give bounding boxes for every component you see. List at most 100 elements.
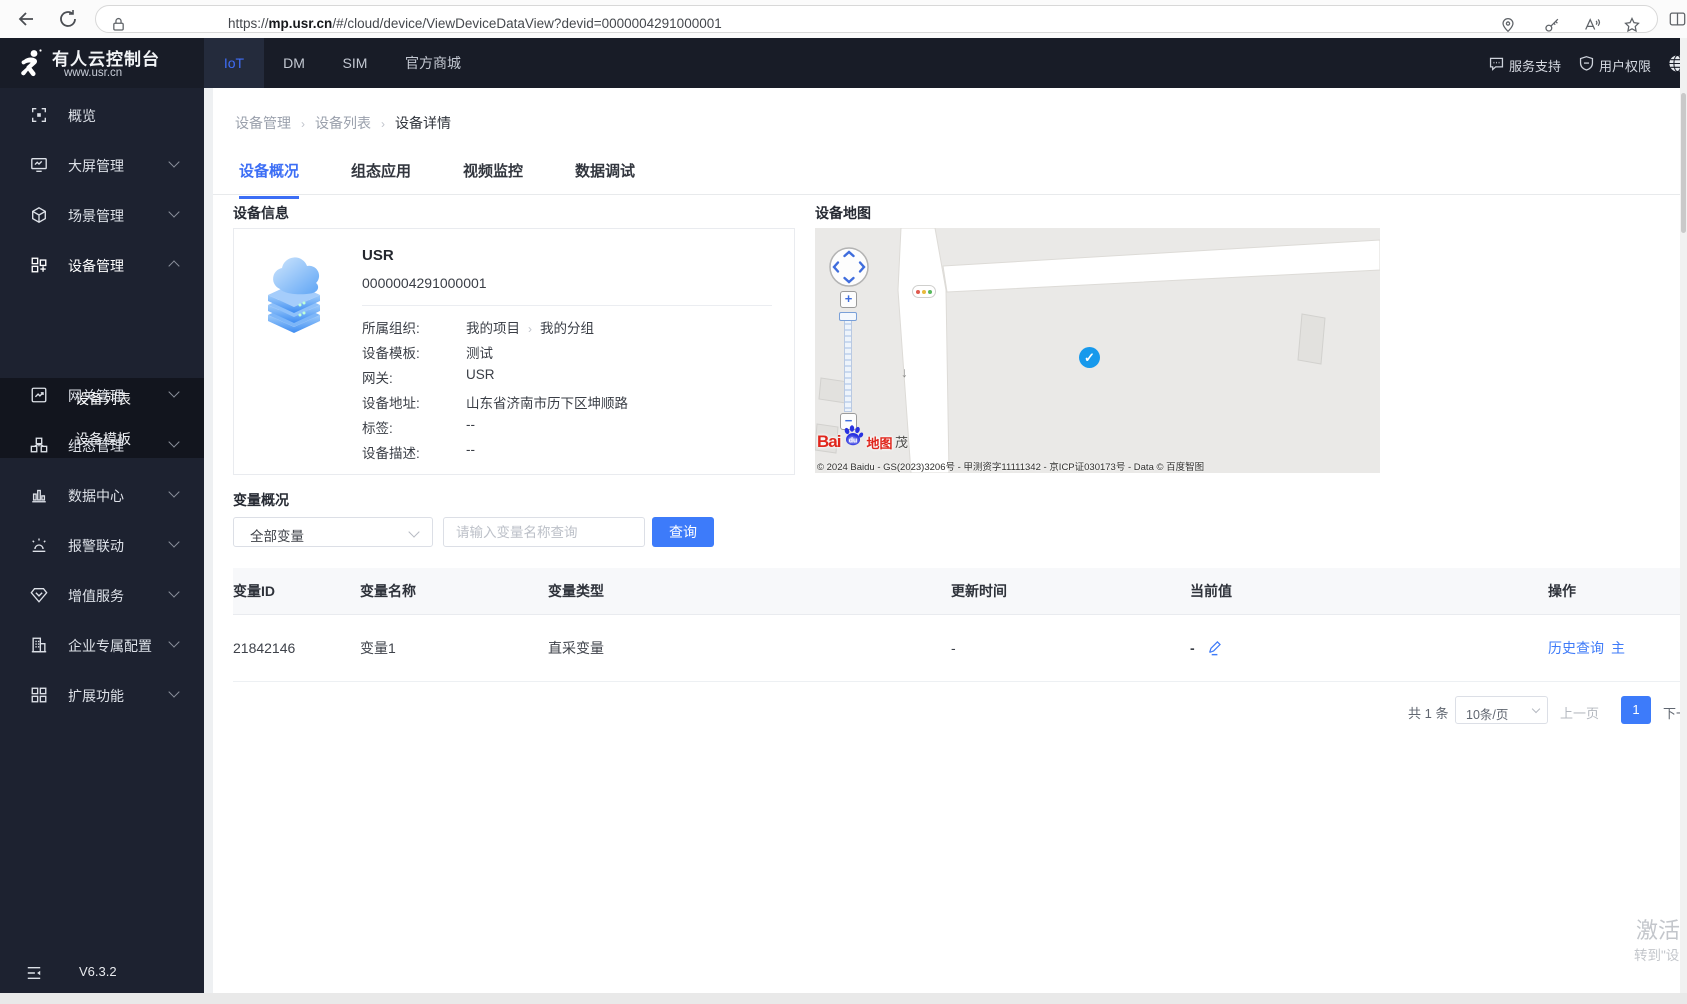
cell-update-time: - — [951, 640, 956, 656]
browser-toolbar: https://mp.usr.cn/#/cloud/device/ViewDev… — [0, 0, 1687, 38]
action-link-truncated[interactable]: 主 — [1611, 615, 1625, 682]
card-divider — [362, 305, 772, 306]
tab-sim[interactable]: SIM — [324, 38, 386, 88]
scene-cube-icon — [30, 206, 48, 224]
traffic-light-icon — [912, 285, 936, 298]
sidebar-item-label: 组态管理 — [68, 438, 124, 454]
chevron-down-icon — [168, 636, 180, 648]
sidebar-item-label: 数据中心 — [68, 488, 124, 504]
chevron-down-icon — [168, 156, 180, 168]
lock-icon[interactable] — [110, 16, 128, 34]
tab-video-monitor[interactable]: 视频监控 — [463, 160, 523, 199]
field-value-gateway: USR — [466, 367, 495, 382]
field-value-tags: -- — [466, 417, 475, 432]
breadcrumb-separator: › — [301, 117, 305, 131]
sidebar-item-scene-mgmt[interactable]: 场景管理 — [0, 190, 204, 240]
svg-text:du: du — [849, 438, 858, 445]
cell-current-value: - — [1190, 640, 1195, 656]
edit-value-icon[interactable] — [1207, 640, 1224, 662]
prev-page-button[interactable]: 上一页 — [1560, 703, 1599, 722]
overview-icon — [30, 106, 48, 124]
tab-device-overview[interactable]: 设备概况 — [239, 160, 300, 199]
sidebar: 概览 大屏管理 场景管理 设备管理 设备列表 设备模板 网关管理 组态管理 数据… — [0, 88, 204, 993]
extensions-grid-icon — [30, 686, 48, 704]
sidebar-item-extensions[interactable]: 扩展功能 — [0, 670, 204, 720]
content-panel — [213, 88, 1680, 993]
bar-chart-icon — [30, 486, 48, 504]
field-value-description: -- — [466, 442, 475, 457]
history-query-link[interactable]: 历史查询 — [1548, 615, 1604, 682]
col-variable-id: 变量ID — [233, 583, 275, 599]
page-size-select[interactable]: 10条/页 — [1455, 696, 1548, 724]
sidebar-item-label: 设备管理 — [68, 258, 124, 274]
road-name-label: 茂 — [895, 435, 909, 450]
page-size-value: 10条/页 — [1466, 708, 1509, 722]
baidu-logo-text: Bai — [817, 432, 841, 451]
map-zoom-handle[interactable] — [839, 312, 857, 321]
collapse-sidebar-icon[interactable] — [25, 965, 43, 986]
location-icon[interactable] — [1499, 16, 1517, 34]
tab-data-debug[interactable]: 数据调试 — [575, 160, 635, 199]
back-icon[interactable] — [12, 7, 36, 31]
cell-variable-type: 直采变量 — [548, 640, 604, 656]
app-logo[interactable]: 有人云控制台 www.usr.cn — [0, 38, 204, 88]
address-bar[interactable]: https://mp.usr.cn/#/cloud/device/ViewDev… — [95, 5, 1658, 33]
map-zoom-in-button[interactable]: + — [840, 291, 857, 308]
variable-filter-select[interactable]: 全部变量 — [233, 517, 433, 547]
page-scrollbar[interactable] — [1680, 38, 1687, 993]
tab-shop[interactable]: 官方商城 — [386, 38, 480, 88]
password-key-icon[interactable] — [1543, 16, 1561, 34]
field-value-template: 测试 — [466, 346, 493, 361]
breadcrumb-device-detail: 设备详情 — [395, 115, 451, 131]
sidebar-item-overview[interactable]: 概览 — [0, 90, 204, 140]
sidebar-item-alarm-linkage[interactable]: 报警联动 — [0, 520, 204, 570]
breadcrumb: 设备管理 › 设备列表 › 设备详情 — [235, 113, 451, 133]
tab-iot[interactable]: IoT — [204, 38, 264, 88]
chevron-down-icon — [168, 536, 180, 548]
scrollbar-thumb[interactable] — [1681, 93, 1686, 233]
breadcrumb-device-list[interactable]: 设备列表 — [315, 115, 371, 131]
field-label: 所属组织: — [362, 321, 420, 336]
road-direction-arrow: ↓ — [901, 364, 908, 380]
field-label: 设备描述: — [362, 446, 420, 461]
device-map-title: 设备地图 — [815, 205, 871, 221]
tab-dm[interactable]: DM — [264, 38, 324, 88]
baidu-maps-logo: Bai du 地图 — [817, 425, 892, 452]
read-aloud-icon[interactable] — [1583, 16, 1601, 34]
cell-variable-name: 变量1 — [360, 640, 396, 656]
map-pan-control[interactable] — [828, 246, 870, 293]
sidebar-item-gateway-mgmt[interactable]: 网关管理 — [0, 370, 204, 420]
variable-search-input[interactable] — [443, 517, 645, 547]
url-text[interactable]: https://mp.usr.cn/#/cloud/device/ViewDev… — [228, 16, 722, 31]
field-value-org: 我的项目 › 我的分组 — [466, 321, 594, 336]
map-zoom-slider[interactable] — [844, 312, 852, 412]
tab-scada-app[interactable]: 组态应用 — [351, 160, 411, 199]
chevron-down-icon — [168, 386, 180, 398]
field-label: 网关: — [362, 371, 393, 386]
sidebar-item-enterprise-config[interactable]: 企业专属配置 — [0, 620, 204, 670]
page-number-1[interactable]: 1 — [1621, 696, 1651, 724]
device-image — [262, 249, 326, 350]
detail-tabs: 设备概况 组态应用 视频监控 数据调试 — [239, 160, 635, 199]
sidebar-item-label: 报警联动 — [68, 538, 124, 554]
chevron-down-icon — [168, 586, 180, 598]
refresh-icon[interactable] — [56, 7, 80, 31]
device-map[interactable]: + − ↓ ✓ 茂 Bai du 地图 © 2024 Baidu - GS(20… — [815, 228, 1380, 473]
sidebar-item-device-mgmt[interactable]: 设备管理 — [0, 240, 204, 290]
support-chat-icon — [1488, 55, 1505, 72]
field-value-address: 山东省济南市历下区坤顺路 — [466, 396, 628, 411]
sidebar-item-scada-mgmt[interactable]: 组态管理 — [0, 420, 204, 470]
device-location-marker[interactable]: ✓ — [1079, 347, 1100, 368]
table-row: 21842146 变量1 直采变量 - - 历史查询 主 — [233, 615, 1680, 682]
sidebar-item-data-center[interactable]: 数据中心 — [0, 470, 204, 520]
sidebar-item-label: 增值服务 — [68, 588, 124, 604]
sidebar-item-vas[interactable]: 增值服务 — [0, 570, 204, 620]
variables-table-header: 变量ID 变量名称 变量类型 更新时间 当前值 操作 — [233, 568, 1680, 615]
sidebar-item-label: 网关管理 — [68, 388, 124, 404]
split-screen-icon[interactable] — [1668, 10, 1686, 28]
query-button[interactable]: 查询 — [652, 517, 714, 547]
sidebar-item-screen-mgmt[interactable]: 大屏管理 — [0, 140, 204, 190]
favorite-star-icon[interactable] — [1623, 16, 1641, 34]
gateway-icon — [30, 386, 48, 404]
breadcrumb-device-mgmt[interactable]: 设备管理 — [235, 115, 291, 131]
